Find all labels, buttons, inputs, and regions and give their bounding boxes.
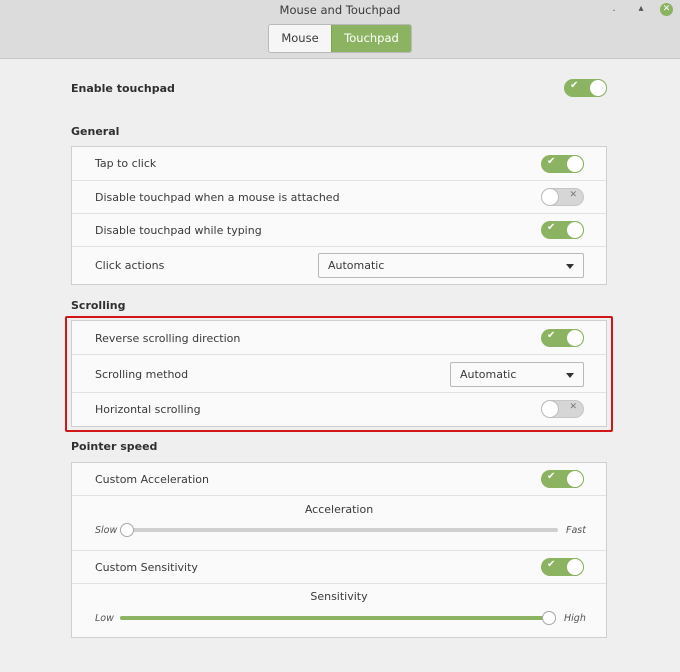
- disable-while-typing-label: Disable touchpad while typing: [95, 224, 262, 237]
- switch-knob: [566, 155, 584, 173]
- switch-knob: [541, 188, 559, 206]
- custom-sensitivity-row: Custom Sensitivity ✔: [72, 551, 606, 584]
- check-icon: ✔: [547, 559, 556, 570]
- disable-when-mouse-row: Disable touchpad when a mouse is attache…: [72, 181, 606, 214]
- maximize-icon[interactable]: ▴: [634, 2, 648, 16]
- tap-to-click-row: Tap to click ✔: [72, 147, 606, 181]
- acceleration-thumb[interactable]: [120, 523, 134, 537]
- sensitivity-min-label: Low: [95, 613, 114, 624]
- sensitivity-slider-row: Sensitivity Low High: [72, 584, 606, 637]
- scrolling-section-title: Scrolling: [71, 299, 126, 312]
- acceleration-max-label: Fast: [566, 525, 586, 536]
- title-bar: Mouse and Touchpad ․ ▴ ✕ Mouse Touchpad: [0, 0, 680, 59]
- custom-acceleration-row: Custom Acceleration ✔: [72, 463, 606, 496]
- click-actions-label: Click actions: [95, 259, 165, 272]
- disable-while-typing-row: Disable touchpad while typing ✔: [72, 214, 606, 247]
- tap-to-click-switch[interactable]: ✔: [541, 155, 584, 173]
- click-actions-dropdown[interactable]: Automatic: [318, 253, 584, 278]
- minimize-icon[interactable]: ․: [607, 2, 621, 16]
- acceleration-title: Acceleration: [304, 503, 374, 516]
- switch-knob: [566, 558, 584, 576]
- check-icon: ✔: [547, 222, 556, 233]
- custom-acceleration-switch[interactable]: ✔: [541, 470, 584, 488]
- disable-when-mouse-switch[interactable]: ✕: [541, 188, 584, 206]
- enable-touchpad-label: Enable touchpad: [71, 82, 175, 95]
- sensitivity-fill: [120, 616, 549, 620]
- x-icon: ✕: [569, 190, 577, 200]
- click-actions-row: Click actions Automatic: [72, 247, 606, 284]
- disable-while-typing-switch[interactable]: ✔: [541, 221, 584, 239]
- tab-bar: Mouse Touchpad: [268, 24, 412, 53]
- enable-touchpad-switch[interactable]: ✔: [564, 79, 607, 97]
- general-section-title: General: [71, 125, 120, 138]
- sensitivity-title: Sensitivity: [310, 590, 368, 603]
- check-icon: ✔: [547, 471, 556, 482]
- click-actions-value: Automatic: [328, 259, 385, 272]
- custom-acceleration-label: Custom Acceleration: [95, 473, 209, 486]
- scrolling-highlight-box: [65, 316, 613, 432]
- tap-to-click-label: Tap to click: [95, 157, 157, 170]
- general-group: Tap to click ✔ Disable touchpad when a m…: [71, 146, 607, 285]
- sensitivity-track[interactable]: [120, 611, 556, 625]
- chevron-down-icon: [566, 264, 574, 269]
- disable-when-mouse-label: Disable touchpad when a mouse is attache…: [95, 191, 340, 204]
- acceleration-slider-row: Acceleration Slow Fast: [72, 496, 606, 551]
- window-title: Mouse and Touchpad: [279, 3, 401, 17]
- custom-sensitivity-label: Custom Sensitivity: [95, 561, 198, 574]
- pointer-speed-section-title: Pointer speed: [71, 440, 158, 453]
- switch-knob: [589, 79, 607, 97]
- tab-touchpad[interactable]: Touchpad: [331, 25, 411, 52]
- sensitivity-thumb[interactable]: [542, 611, 556, 625]
- check-icon: ✔: [547, 156, 556, 167]
- tab-mouse[interactable]: Mouse: [269, 25, 331, 52]
- acceleration-min-label: Slow: [95, 525, 118, 536]
- switch-knob: [566, 221, 584, 239]
- custom-sensitivity-switch[interactable]: ✔: [541, 558, 584, 576]
- sensitivity-max-label: High: [564, 613, 586, 624]
- acceleration-track[interactable]: [120, 523, 558, 537]
- close-icon[interactable]: ✕: [660, 3, 673, 16]
- switch-knob: [566, 470, 584, 488]
- check-icon: ✔: [570, 80, 579, 91]
- pointer-speed-group: Custom Acceleration ✔ Acceleration Slow …: [71, 462, 607, 638]
